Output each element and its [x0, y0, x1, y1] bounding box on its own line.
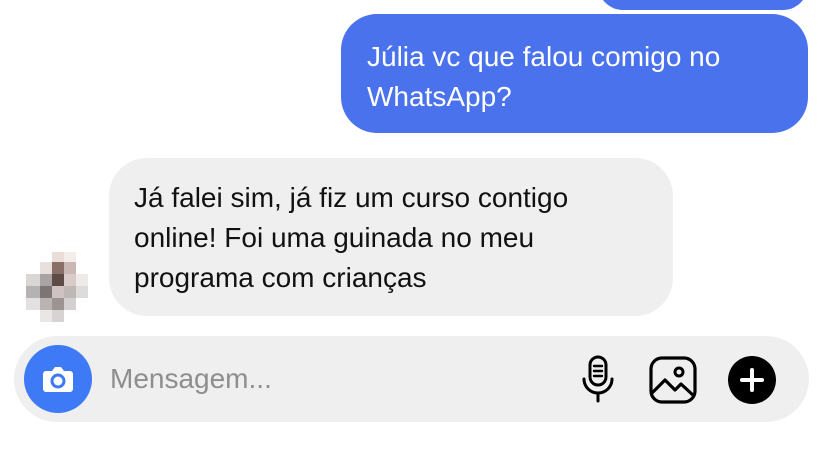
chat-screen: Júlia vc que falou comigo no WhatsApp? J… — [0, 0, 824, 474]
message-text-line: online! Foi uma guinada no meu — [134, 222, 535, 253]
microphone-icon — [582, 355, 614, 403]
incoming-message-bubble[interactable]: Já falei sim, já fiz um curso contigo on… — [109, 158, 673, 316]
voice-message-button[interactable] — [576, 354, 620, 406]
camera-icon — [43, 367, 73, 392]
message-input[interactable] — [110, 358, 550, 400]
message-text-line: programa com crianças — [134, 262, 427, 293]
image-gallery-icon — [649, 356, 697, 404]
more-options-button[interactable] — [728, 356, 776, 404]
previous-outgoing-message-bubble[interactable] — [598, 0, 808, 10]
outgoing-message-bubble[interactable]: Júlia vc que falou comigo no WhatsApp? — [341, 14, 808, 133]
plus-icon — [740, 368, 764, 392]
camera-button[interactable] — [24, 345, 92, 413]
avatar[interactable] — [26, 252, 88, 322]
message-text-line: WhatsApp? — [367, 81, 512, 112]
message-text-line: Já falei sim, já fiz um curso contigo — [134, 182, 569, 213]
message-composer — [14, 336, 809, 422]
gallery-button[interactable] — [647, 354, 699, 406]
message-text-line: Júlia vc que falou comigo no — [367, 41, 721, 72]
